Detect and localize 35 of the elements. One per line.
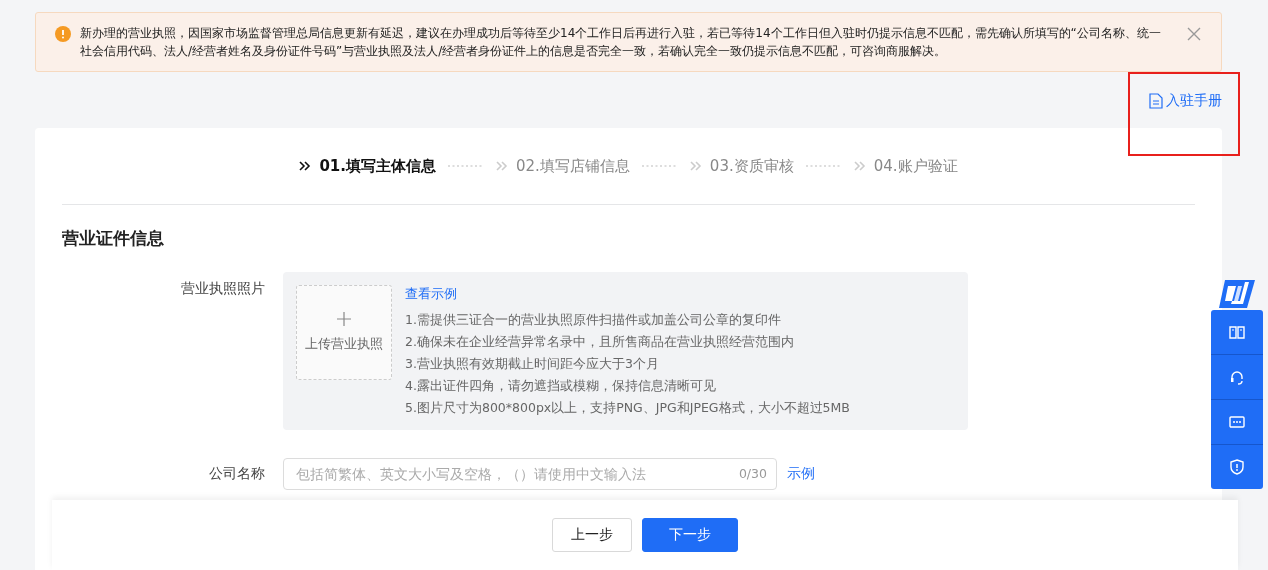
notice-text: 新办理的营业执照，因国家市场监督管理总局信息更新有延迟，建议在办理成功后等待至少14个工作日后再进行入驻，若已等待14个工作日但入驻时仍提示信息不匹配，需先确认所填写的“公司名称、统一社会信用代码、法人/经营者姓名及身份证件号码”与营业执照及法人/经营者身份证件上的信息是否完全一致，若确认完全一致仍提示信息不匹配，可咨询商服解决。 xyxy=(80,26,1161,58)
chevron-icon xyxy=(299,161,312,171)
chevron-icon xyxy=(496,161,508,171)
field-label: 营业执照照片 xyxy=(180,279,265,298)
step-label: 01.填写主体信息 xyxy=(319,156,436,176)
chat-icon[interactable] xyxy=(1228,413,1246,431)
back-button[interactable]: 上一步 xyxy=(552,518,632,552)
chevron-icon xyxy=(853,161,866,171)
dotted-separator xyxy=(641,164,678,168)
dotted-separator xyxy=(448,164,484,168)
next-button[interactable]: 下一步 xyxy=(642,518,738,552)
plus-icon xyxy=(337,312,351,326)
headset-icon[interactable] xyxy=(1228,368,1246,386)
shield-icon[interactable] xyxy=(1228,458,1246,476)
requirement-text: 5.图片尺寸为800*800px以上，支持PNG、JPG和JPEG格式，大小不超过5MB xyxy=(405,399,850,417)
dotted-separator xyxy=(805,164,842,168)
requirement-text: 3.营业执照有效期截止时间距今应大于3个月 xyxy=(405,355,660,373)
close-icon[interactable] xyxy=(1187,27,1201,41)
example-link[interactable]: 查看示例 xyxy=(405,285,850,303)
field-label: 公司名称 xyxy=(208,465,265,483)
manual-link[interactable]: 入驻手册 xyxy=(1149,90,1222,112)
chevron-icon xyxy=(689,161,702,171)
requirement-text: 2.确保未在企业经营异常名录中，且所售商品在营业执照经营范围内 xyxy=(405,333,795,351)
step-label: 03.资质审核 xyxy=(709,156,794,176)
example-link[interactable]: 示例 xyxy=(787,465,815,483)
step-label: 02.填写店铺信息 xyxy=(516,156,630,176)
book-icon[interactable] xyxy=(1228,323,1246,341)
document-icon xyxy=(1149,93,1163,109)
char-counter: 0/30 xyxy=(738,466,767,481)
section-title: 营业证件信息 xyxy=(62,227,165,250)
requirement-text: 4.露出证件四角，请勿遮挡或模糊，保持信息清晰可见 xyxy=(405,377,717,395)
requirement-text: 1.需提供三证合一的营业执照原件扫描件或加盖公司公章的复印件 xyxy=(405,311,782,329)
step-label: 04.账户验证 xyxy=(873,156,958,176)
warning-icon xyxy=(55,26,71,42)
upload-button[interactable]: 上传营业执照 xyxy=(296,285,392,380)
